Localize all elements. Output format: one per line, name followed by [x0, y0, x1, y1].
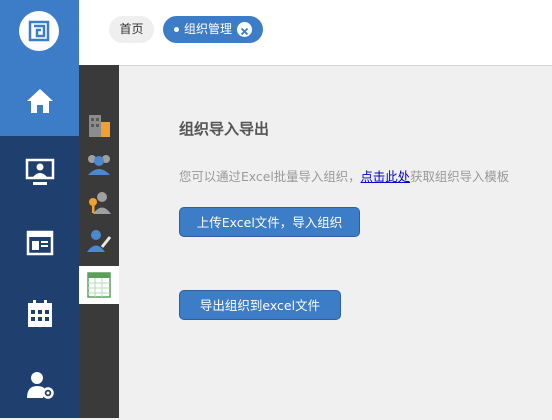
sidebar-item-user-settings[interactable] [0, 349, 79, 420]
users-group-icon [88, 155, 110, 175]
user-key-icon [89, 192, 111, 214]
desc-text-after: 获取组织导入模板 [410, 169, 510, 184]
subnav-item-user-key[interactable] [79, 183, 119, 221]
logo-icon [19, 11, 59, 51]
sidebar-item-calendar[interactable] [0, 278, 79, 349]
export-org-button[interactable]: 导出组织到excel文件 [179, 290, 341, 320]
import-org-button[interactable]: 上传Excel文件，导入组织 [179, 207, 360, 237]
import-description: 您可以通过Excel批量导入组织，点击此处获取组织导入模板 [179, 167, 509, 185]
sidebar-item-monitor[interactable] [0, 136, 79, 207]
sidebar-item-news[interactable] [0, 207, 79, 278]
template-download-link[interactable]: 点击此处 [361, 169, 411, 184]
close-icon[interactable] [237, 22, 252, 37]
logo-area [0, 0, 79, 65]
subnav-item-excel[interactable] [79, 266, 119, 304]
subnav-item-users-group[interactable] [79, 145, 119, 183]
news-board-icon [26, 230, 53, 255]
top-bar: 首页 组织管理 [0, 0, 552, 66]
user-settings-icon [26, 371, 54, 399]
subnav-item-user-edit[interactable] [79, 221, 119, 259]
building-icon [89, 115, 110, 137]
tab-org-management[interactable]: 组织管理 [163, 16, 263, 43]
calendar-icon [27, 299, 52, 327]
active-dot-icon [174, 27, 179, 32]
home-icon [26, 88, 53, 113]
tab-home[interactable]: 首页 [109, 16, 154, 43]
tab-home-label: 首页 [119, 22, 144, 36]
user-edit-icon [87, 230, 112, 252]
subnav-item-building[interactable] [79, 107, 119, 145]
main-sidebar [0, 65, 79, 418]
sidebar-item-home[interactable] [0, 65, 79, 136]
main-content: 组织导入导出 您可以通过Excel批量导入组织，点击此处获取组织导入模板 上传E… [119, 66, 552, 418]
excel-sheet-icon [87, 272, 111, 298]
monitor-user-icon [25, 158, 54, 185]
sub-sidebar [79, 65, 119, 418]
desc-text-before: 您可以通过Excel批量导入组织， [179, 169, 361, 184]
tab-org-label: 组织管理 [184, 22, 233, 36]
page-title: 组织导入导出 [179, 120, 270, 138]
